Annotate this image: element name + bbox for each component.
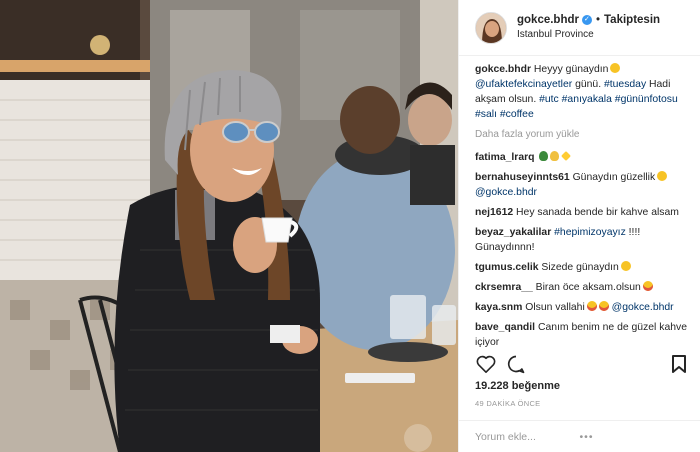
add-comment-input[interactable]: Yorum ekle... bbox=[475, 431, 580, 443]
hashtag-coffee[interactable]: #coffee bbox=[500, 109, 534, 120]
heart-icon[interactable] bbox=[475, 353, 497, 375]
post-header: gokce.bhdr ✓ • Takiptesin Istanbul Provi… bbox=[459, 0, 700, 56]
comment-mention[interactable]: @gokce.bhdr bbox=[612, 302, 674, 313]
banana-emoji-icon bbox=[550, 151, 560, 161]
comment-item: kaya.snm Olsun vallahi @gokce.bhdr bbox=[475, 300, 690, 315]
heart-eyes-emoji-icon bbox=[586, 301, 597, 311]
comment-text: Sizede günaydın bbox=[541, 262, 619, 273]
hashtag-utc[interactable]: #utc bbox=[539, 94, 559, 105]
comment-text: Günaydın güzellik bbox=[572, 172, 656, 183]
avatar[interactable] bbox=[475, 11, 507, 44]
comment-item: beyaz_yakalilar #hepimizoyayız !!!! Güna… bbox=[475, 225, 690, 255]
post-timestamp: 49 DAKİKA ÖNCE bbox=[475, 399, 541, 408]
comment-item: bernahuseyinnts61 Günaydın güzellik @gok… bbox=[475, 170, 690, 200]
comment-username[interactable]: kaya.snm bbox=[475, 302, 522, 313]
comment-username[interactable]: beyaz_yakalilar bbox=[475, 227, 551, 238]
comment-username[interactable]: ckrsemra__ bbox=[475, 282, 533, 293]
comment-item: bave_qandil Canım benim ne de güzel kahv… bbox=[475, 320, 690, 350]
load-more-comments-link[interactable]: Daha fazla yorum yükle bbox=[475, 127, 690, 142]
comment-username[interactable]: bernahuseyinnts61 bbox=[475, 172, 570, 183]
more-options-icon[interactable]: ••• bbox=[580, 431, 685, 443]
comment-username[interactable]: nej1612 bbox=[475, 207, 513, 218]
caption-mention[interactable]: @ufaktefekcinayetler bbox=[475, 79, 572, 90]
comment-username[interactable]: tgumus.celik bbox=[475, 262, 539, 273]
heart-emoji-icon bbox=[561, 151, 572, 161]
bookmark-icon[interactable] bbox=[668, 353, 690, 375]
caption-text-1: Heyyy günaydın bbox=[533, 64, 609, 75]
comment-text: Olsun vallahi bbox=[525, 302, 585, 313]
avatar-image bbox=[476, 12, 506, 43]
hashtag-gununfotosu[interactable]: #gününfotosu bbox=[615, 94, 678, 105]
comment-item: tgumus.celik Sizede günaydın bbox=[475, 260, 690, 275]
add-comment-bar: Yorum ekle... ••• bbox=[459, 420, 700, 452]
smile-emoji-icon bbox=[620, 261, 631, 271]
caption: gokce.bhdr Heyyy günaydın @ufaktefekcina… bbox=[475, 62, 690, 122]
comment-text: Biran öce aksam.olsun bbox=[535, 282, 641, 293]
smile-emoji-icon bbox=[657, 171, 668, 181]
comment-item: nej1612 Hey sanada bende bir kahve alsam bbox=[475, 205, 690, 220]
header-separator: • bbox=[595, 13, 601, 26]
hashtag-sali[interactable]: #salı bbox=[475, 109, 497, 120]
location-link[interactable]: Istanbul Province bbox=[517, 29, 660, 41]
comment-username[interactable]: fatima_lrarq bbox=[475, 152, 534, 163]
comment-mention[interactable]: @gokce.bhdr bbox=[475, 187, 537, 198]
heart-eyes-emoji-icon bbox=[598, 301, 609, 311]
likes-count[interactable]: 19.228 beğenme bbox=[475, 380, 560, 392]
caption-username[interactable]: gokce.bhdr bbox=[475, 64, 531, 75]
comment-item: ckrsemra__ Biran öce aksam.olsun bbox=[475, 280, 690, 295]
comment-icon[interactable] bbox=[505, 353, 527, 375]
hashtag-tuesday[interactable]: #tuesday bbox=[604, 79, 646, 90]
comment-item: fatima_lrarq bbox=[475, 150, 690, 165]
hashtag-aniyakala[interactable]: #anıyakala bbox=[562, 94, 612, 105]
comment-username[interactable]: bave_qandil bbox=[475, 322, 535, 333]
comment-text: Hey sanada bende bir kahve alsam bbox=[516, 207, 679, 218]
follow-status-button[interactable]: Takiptesin bbox=[604, 14, 660, 28]
header-username[interactable]: gokce.bhdr bbox=[517, 14, 579, 28]
post-actions bbox=[475, 352, 690, 376]
caption-text-2: günü. bbox=[572, 79, 604, 90]
heart-eyes-emoji-icon bbox=[642, 281, 653, 291]
comments-list: gokce.bhdr Heyyy günaydın @ufaktefekcina… bbox=[475, 62, 690, 358]
post-photo-image bbox=[0, 0, 458, 452]
coffee-emoji-icon bbox=[539, 151, 549, 161]
smile-emoji-icon bbox=[610, 63, 621, 73]
verified-badge-icon: ✓ bbox=[581, 15, 592, 26]
post-panel: gokce.bhdr ✓ • Takiptesin Istanbul Provi… bbox=[458, 0, 700, 452]
header-text: gokce.bhdr ✓ • Takiptesin Istanbul Provi… bbox=[517, 14, 660, 42]
comment-hashtag[interactable]: #hepimizoyayız bbox=[554, 227, 626, 238]
post-photo[interactable] bbox=[0, 0, 458, 452]
